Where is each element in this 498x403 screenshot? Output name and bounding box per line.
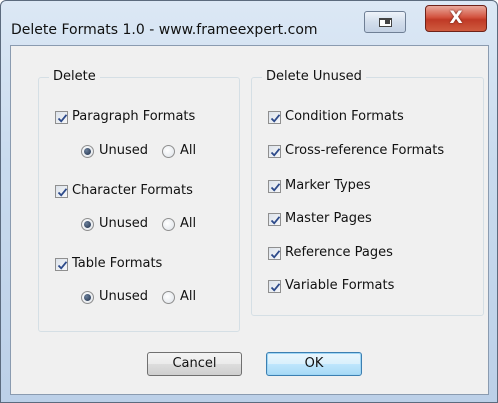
close-x-icon: X — [449, 8, 463, 28]
window-title: Delete Formats 1.0 - www.frameexpert.com — [11, 22, 318, 38]
radio-selected-icon — [81, 290, 94, 304]
reference-pages-label: Reference Pages — [285, 245, 393, 260]
checkbox-checked-icon — [268, 212, 281, 226]
paragraph-all-label: All — [180, 143, 197, 158]
paragraph-unused-label: Unused — [99, 143, 149, 158]
checkbox-checked-icon — [55, 257, 68, 271]
cross-reference-formats-checkbox[interactable]: Cross-reference Formats — [268, 143, 444, 159]
variable-formats-checkbox[interactable]: Variable Formats — [268, 278, 394, 294]
character-all-radio[interactable]: All — [162, 216, 196, 232]
delete-group-legend: Delete — [49, 69, 100, 85]
cancel-button[interactable]: Cancel — [147, 352, 242, 376]
character-unused-label: Unused — [99, 216, 149, 231]
character-formats-checkbox[interactable]: Character Formats — [55, 183, 193, 199]
table-formats-checkbox[interactable]: Table Formats — [55, 256, 162, 272]
character-all-label: All — [180, 216, 197, 231]
checkbox-checked-icon — [55, 110, 68, 124]
checkbox-checked-icon — [268, 279, 281, 293]
character-unused-radio[interactable]: Unused — [81, 216, 148, 232]
checkbox-checked-icon — [268, 246, 281, 260]
table-all-radio[interactable]: All — [162, 289, 196, 305]
delete-groupbox: Delete Paragraph Formats Unused All Char… — [38, 69, 240, 332]
master-pages-checkbox[interactable]: Master Pages — [268, 211, 372, 227]
radio-selected-icon — [81, 217, 94, 231]
checkbox-checked-icon — [55, 184, 68, 198]
radio-selected-icon — [81, 144, 94, 158]
ok-button[interactable]: OK — [266, 352, 362, 376]
delete-unused-groupbox: Delete Unused Condition Formats Cross-re… — [251, 69, 484, 316]
dialog-window: Delete Formats 1.0 - www.frameexpert.com… — [0, 0, 498, 403]
radio-unselected-icon — [162, 217, 175, 231]
dialog-client-area: Delete Paragraph Formats Unused All Char… — [10, 45, 489, 395]
character-formats-label: Character Formats — [72, 183, 193, 198]
close-button[interactable]: X — [425, 5, 487, 32]
radio-unselected-icon — [162, 290, 175, 304]
master-pages-label: Master Pages — [285, 211, 372, 226]
restore-button[interactable] — [364, 11, 406, 33]
table-unused-label: Unused — [99, 289, 149, 304]
radio-unselected-icon — [162, 144, 175, 158]
marker-types-checkbox[interactable]: Marker Types — [268, 178, 371, 194]
table-formats-label: Table Formats — [72, 256, 163, 271]
table-unused-radio[interactable]: Unused — [81, 289, 148, 305]
checkbox-checked-icon — [268, 144, 281, 158]
condition-formats-checkbox[interactable]: Condition Formats — [268, 109, 404, 125]
paragraph-formats-label: Paragraph Formats — [72, 109, 196, 124]
table-all-label: All — [180, 289, 197, 304]
marker-types-label: Marker Types — [285, 178, 371, 193]
title-bar[interactable]: Delete Formats 1.0 - www.frameexpert.com… — [1, 1, 497, 45]
checkbox-checked-icon — [268, 110, 281, 124]
condition-formats-label: Condition Formats — [285, 109, 404, 124]
paragraph-formats-checkbox[interactable]: Paragraph Formats — [55, 109, 195, 125]
cross-reference-formats-label: Cross-reference Formats — [285, 143, 445, 158]
paragraph-unused-radio[interactable]: Unused — [81, 143, 148, 159]
paragraph-all-radio[interactable]: All — [162, 143, 196, 159]
checkbox-checked-icon — [268, 179, 281, 193]
delete-unused-group-legend: Delete Unused — [262, 69, 366, 85]
restore-window-icon — [379, 18, 392, 27]
variable-formats-label: Variable Formats — [285, 278, 395, 293]
reference-pages-checkbox[interactable]: Reference Pages — [268, 245, 393, 261]
